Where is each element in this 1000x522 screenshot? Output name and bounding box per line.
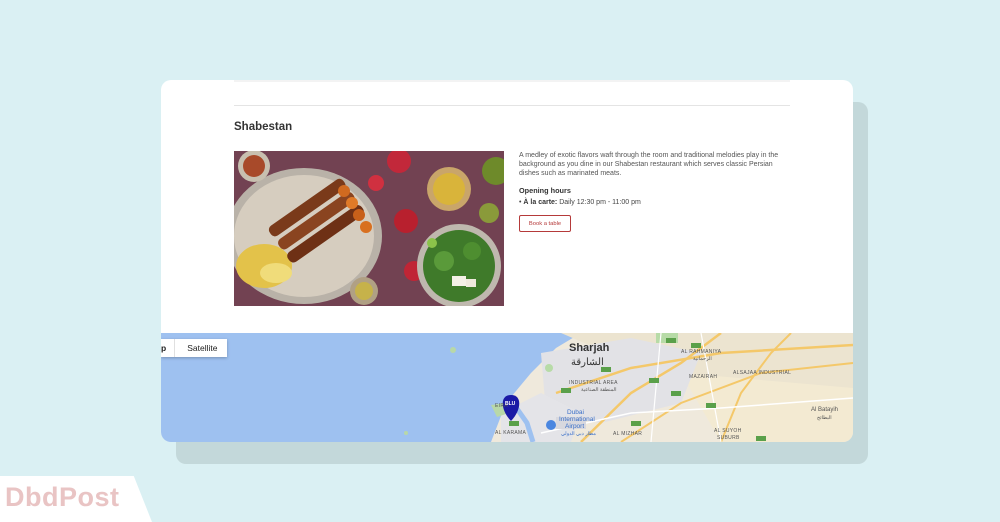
area-label-industrial-ar: المنطقة الصناعية xyxy=(581,387,617,393)
top-divider xyxy=(234,80,790,82)
map-type-toggle[interactable]: p Satellite xyxy=(161,339,228,357)
hours-label: À la carte: xyxy=(523,199,558,206)
brand-logo: DbdPost xyxy=(5,482,120,512)
restaurant-description: A medley of exotic flavors waft through … xyxy=(519,152,779,178)
area-label-suyoh-sub: SUBURB xyxy=(717,435,740,441)
opening-hours-line: • À la carte: Daily 12:30 pm - 11:00 pm xyxy=(519,199,641,206)
restaurant-card: Shabestan A medley of exotic flavors waf… xyxy=(161,80,853,442)
location-map[interactable]: p Satellite Sharjah الشارقة INDUSTRIAL A… xyxy=(161,333,853,442)
hours-value: Daily 12:30 pm - 11:00 pm xyxy=(559,199,641,206)
opening-hours-heading: Opening hours xyxy=(519,186,571,195)
area-label-suyoh: AL SUYOH xyxy=(714,428,742,434)
restaurant-title: Shabestan xyxy=(234,121,293,133)
area-label-industrial: INDUSTRIAL AREA xyxy=(569,380,618,386)
area-label-rahmaniya-ar: الرحمانية xyxy=(693,356,712,362)
map-view-button[interactable]: p xyxy=(161,339,174,357)
airport-label-1: Dubai xyxy=(567,409,584,416)
map-canvas[interactable] xyxy=(161,333,853,442)
airport-label-ar: مطار دبي الدولي xyxy=(561,431,596,437)
airport-label-2: International xyxy=(559,416,595,423)
satellite-view-button[interactable]: Satellite xyxy=(174,339,227,357)
city-label-sharjah: Sharjah xyxy=(569,342,610,354)
area-label-alsajaa: ALSAJAA INDUSTRIAL xyxy=(733,370,792,376)
restaurant-photo xyxy=(234,151,504,306)
map-pin-label[interactable]: BLU xyxy=(505,401,515,407)
area-label-batayih: Al Batayih xyxy=(811,407,839,413)
city-label-sharjah-ar: الشارقة xyxy=(571,357,604,368)
area-label-mazairah: MAZAIRAH xyxy=(689,374,718,380)
section-divider xyxy=(234,105,790,106)
area-label-mizhar: AL MIZHAR xyxy=(613,431,643,437)
area-label-rahmaniya: AL RAHMANIYA xyxy=(681,349,722,355)
airport-label-3: Airport xyxy=(565,423,585,430)
area-label-karama: AL KARAMA xyxy=(495,430,527,436)
food-spread-image xyxy=(234,151,504,306)
book-table-button[interactable]: Book a table xyxy=(519,215,571,232)
area-label-batayih-ar: البطائح xyxy=(817,415,832,421)
